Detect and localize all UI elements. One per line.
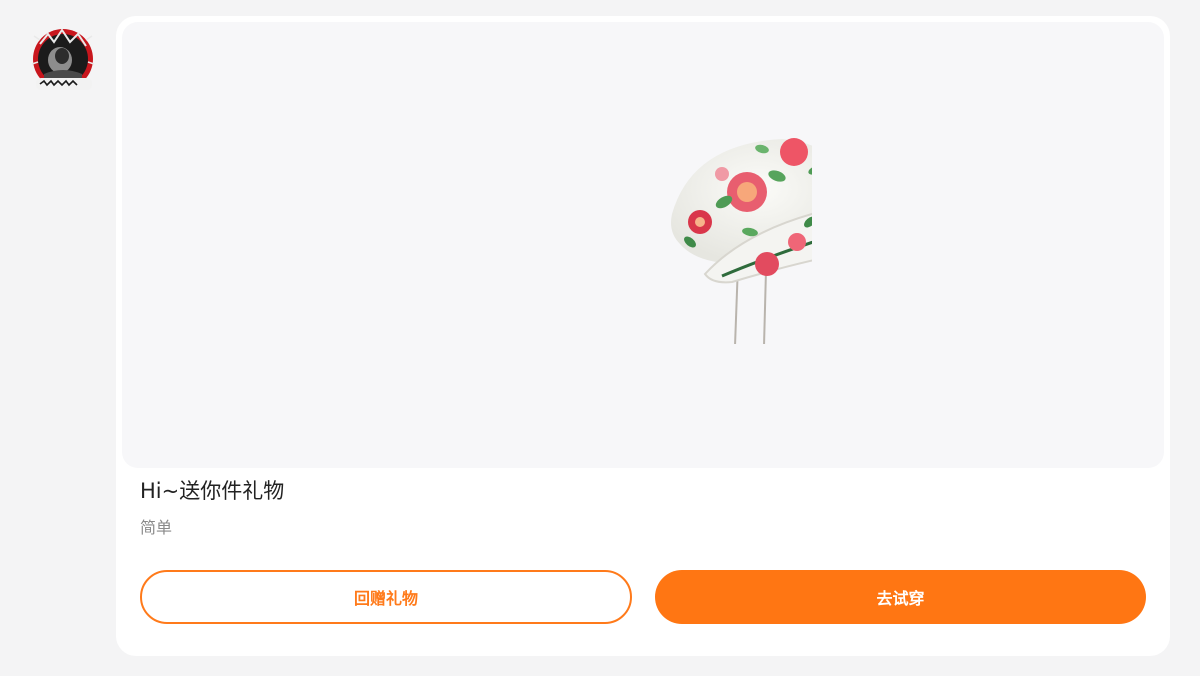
gift-card: Hi~送你件礼物 简单 回赠礼物 去试穿 [116, 16, 1170, 656]
floral-hat-icon [492, 114, 812, 344]
avatar-icon [31, 28, 95, 90]
try-on-button[interactable]: 去试穿 [655, 570, 1146, 624]
return-gift-button[interactable]: 回赠礼物 [140, 570, 632, 624]
gift-subtitle: 简单 [140, 518, 173, 537]
try-on-label: 去试穿 [876, 589, 925, 608]
return-gift-label: 回赠礼物 [353, 589, 418, 608]
gift-preview [122, 22, 1164, 468]
gift-title: Hi~送你件礼物 [140, 479, 285, 503]
user-avatar[interactable] [26, 24, 100, 94]
